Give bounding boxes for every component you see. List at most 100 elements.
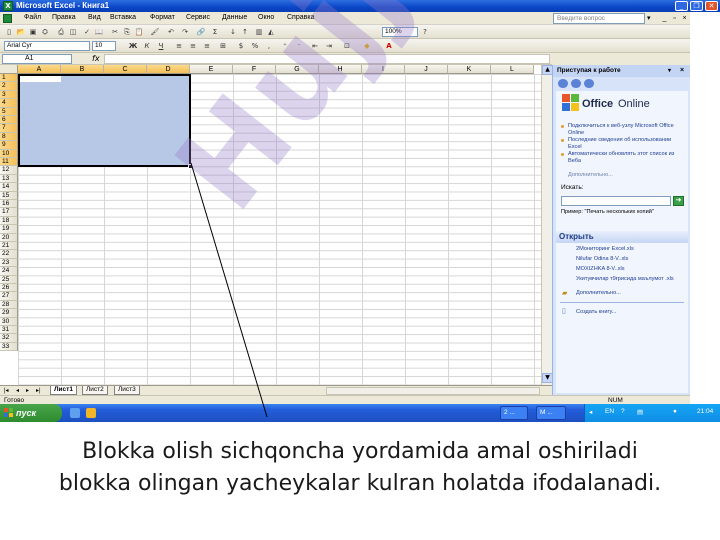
row-header-16[interactable]: 16	[0, 200, 18, 209]
back-icon[interactable]	[558, 79, 568, 88]
row-header-32[interactable]: 32	[0, 334, 18, 343]
row-header-27[interactable]: 27	[0, 292, 18, 301]
link-connect-office-online[interactable]: Подключиться к веб-узлу Microsoft Office…	[568, 123, 680, 136]
home-icon[interactable]	[584, 79, 594, 88]
sheet-tab-2[interactable]: Лист2	[82, 386, 108, 395]
menu-tools[interactable]: Сервис	[186, 14, 210, 21]
create-book-link[interactable]: Создать книгу...	[576, 309, 682, 316]
chart-wizard-icon[interactable]: ▥	[254, 27, 264, 37]
row-header-14[interactable]: 14	[0, 183, 18, 192]
menu-file[interactable]: Файл	[24, 14, 41, 21]
menu-help[interactable]: Справка	[287, 14, 314, 21]
permission-icon[interactable]: ⛭	[40, 27, 50, 37]
merge-center-icon[interactable]: ⊞	[218, 41, 228, 51]
row-header-23[interactable]: 23	[0, 258, 18, 268]
save-icon[interactable]: ▣	[28, 27, 38, 37]
select-all-corner[interactable]	[0, 65, 18, 74]
fill-color-icon[interactable]: ◆	[362, 41, 372, 51]
active-cell[interactable]	[20, 76, 61, 82]
doc-restore-button[interactable]: ▫	[670, 14, 679, 23]
chevron-down-icon[interactable]: ▾	[668, 65, 671, 77]
row-header-8[interactable]: 8	[0, 132, 18, 142]
row-header-18[interactable]: 18	[0, 216, 18, 226]
row-header-1[interactable]: 1	[0, 74, 18, 83]
column-header-a[interactable]: A	[18, 65, 61, 74]
row-header-26[interactable]: 26	[0, 284, 18, 293]
row-header-29[interactable]: 29	[0, 309, 18, 318]
help-icon[interactable]: ?	[420, 27, 430, 37]
row-header-22[interactable]: 22	[0, 250, 18, 259]
menu-edit[interactable]: Правка	[52, 14, 76, 21]
first-sheet-icon[interactable]: |◂	[4, 387, 9, 394]
sort-asc-icon[interactable]: ↓	[228, 27, 238, 37]
preview-icon[interactable]: ◫	[68, 27, 78, 37]
column-header-e[interactable]: E	[190, 65, 233, 74]
link-more[interactable]: Дополнительно...	[568, 172, 613, 178]
taskbar-task-2[interactable]: M ...	[536, 406, 566, 420]
align-center-icon[interactable]: ≡	[188, 41, 198, 51]
menu-view[interactable]: Вид	[88, 14, 101, 21]
research-icon[interactable]: 📖	[94, 27, 104, 37]
search-go-icon[interactable]: ➜	[673, 196, 684, 206]
paste-icon[interactable]: 📋	[134, 27, 144, 37]
cut-icon[interactable]: ✂	[110, 27, 120, 37]
align-left-icon[interactable]: ≡	[174, 41, 184, 51]
menu-window[interactable]: Окно	[258, 14, 274, 21]
column-header-b[interactable]: B	[61, 65, 104, 74]
open-icon[interactable]: 📂	[16, 27, 26, 37]
restore-button[interactable]: ❐	[690, 1, 703, 11]
font-size-select[interactable]: 10	[92, 41, 116, 51]
percent-icon[interactable]: %	[250, 41, 260, 51]
row-header-11[interactable]: 11	[0, 158, 18, 167]
comma-icon[interactable]: ,	[264, 41, 274, 51]
row-header-7[interactable]: 7	[0, 124, 18, 133]
column-header-f[interactable]: F	[233, 65, 276, 74]
align-right-icon[interactable]: ≡	[202, 41, 212, 51]
row-header-17[interactable]: 17	[0, 208, 18, 217]
decrease-indent-icon[interactable]: ⇤	[310, 41, 320, 51]
row-header-28[interactable]: 28	[0, 300, 18, 310]
row-header-33[interactable]: 33	[0, 342, 18, 352]
close-icon[interactable]: ×	[680, 65, 684, 77]
selected-range[interactable]	[18, 74, 191, 167]
taskbar-task-1[interactable]: 2 ...	[500, 406, 528, 420]
sheet-tab-1[interactable]: Лист1	[50, 386, 77, 395]
next-sheet-icon[interactable]: ▸	[26, 387, 29, 394]
row-header-4[interactable]: 4	[0, 99, 18, 108]
font-color-icon[interactable]: A	[384, 41, 394, 51]
doc-minimize-button[interactable]: _	[660, 14, 669, 23]
increase-decimal-icon[interactable]: ⁺	[280, 41, 290, 51]
help-tray-icon[interactable]: ?	[621, 408, 625, 415]
search-input[interactable]	[561, 196, 671, 206]
tray-arrow-icon[interactable]: ◂	[589, 408, 592, 416]
italic-button[interactable]: К	[142, 41, 152, 51]
link-auto-update[interactable]: Автоматически обновлять этот список из В…	[568, 151, 680, 164]
prev-sheet-icon[interactable]: ◂	[16, 387, 19, 394]
document-icon[interactable]	[3, 14, 12, 23]
currency-icon[interactable]: $	[236, 41, 246, 51]
row-header-12[interactable]: 12	[0, 166, 18, 175]
drawing-icon[interactable]: ◭	[266, 27, 276, 37]
row-header-9[interactable]: 9	[0, 141, 18, 150]
column-header-d[interactable]: D	[147, 65, 190, 74]
hyperlink-icon[interactable]: 🔗	[196, 27, 206, 37]
column-header-l[interactable]: L	[491, 65, 534, 74]
spelling-icon[interactable]: ✓	[82, 27, 92, 37]
bold-button[interactable]: Ж	[128, 41, 138, 51]
chevron-down-icon[interactable]: ▾	[647, 14, 651, 22]
minimize-button[interactable]: _	[675, 1, 688, 11]
increase-indent-icon[interactable]: ⇥	[324, 41, 334, 51]
language-indicator[interactable]: EN	[605, 408, 614, 415]
forward-icon[interactable]	[571, 79, 581, 88]
row-header-25[interactable]: 25	[0, 275, 18, 284]
row-header-20[interactable]: 20	[0, 233, 18, 242]
recent-file-3[interactable]: MOXIZHKA 8-V..xls	[576, 266, 682, 273]
row-header-31[interactable]: 31	[0, 326, 18, 335]
recent-file-4[interactable]: Укитувчилар т9ғрисида маълумот .xls	[576, 276, 682, 283]
recent-file-2[interactable]: Nilufar Odina 8-V..xls	[576, 256, 682, 263]
menu-data[interactable]: Данные	[222, 14, 247, 21]
row-header-6[interactable]: 6	[0, 116, 18, 125]
quicklaunch-media-icon[interactable]	[86, 408, 96, 418]
close-button[interactable]: ✕	[705, 1, 718, 11]
new-icon[interactable]: ▯	[4, 27, 14, 37]
